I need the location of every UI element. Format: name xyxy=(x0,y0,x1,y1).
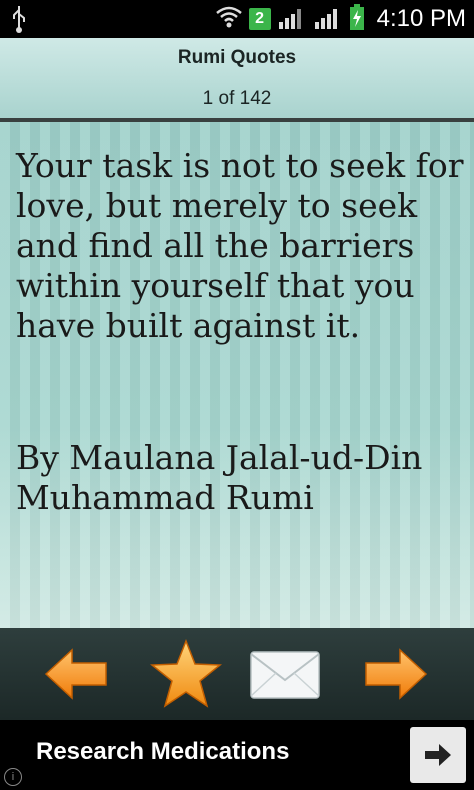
notification-badge: 2 xyxy=(248,8,271,30)
status-bar: 2 4:10 PM xyxy=(0,0,474,38)
arrow-right-icon xyxy=(365,648,428,700)
ad-banner[interactable]: Research Medications i xyxy=(0,720,474,790)
quote-counter: 1 of 142 xyxy=(202,88,272,109)
previous-button[interactable] xyxy=(42,640,110,708)
arrow-left-icon xyxy=(44,648,107,700)
clock: 4:10 PM xyxy=(376,5,466,32)
ad-text[interactable]: Research Medications xyxy=(36,738,289,766)
quote-text: Your task is not to seek for love, but m… xyxy=(16,146,464,345)
usb-icon xyxy=(8,4,30,39)
battery-icon xyxy=(349,3,365,36)
quote-author: By Maulana Jalal-ud-Din Muhammad Rumi xyxy=(16,438,423,517)
quote-panel: Your task is not to seek for love, but m… xyxy=(0,122,474,628)
star-icon xyxy=(149,638,223,708)
action-toolbar xyxy=(0,628,474,720)
ad-go-button[interactable] xyxy=(410,727,466,783)
app-header: Rumi Quotes 1 of 142 xyxy=(0,38,474,122)
ad-info-icon[interactable]: i xyxy=(4,768,22,786)
wifi-icon xyxy=(215,5,243,34)
signal-icon xyxy=(277,4,307,35)
envelope-icon xyxy=(250,651,320,699)
arrow-right-icon xyxy=(425,744,451,766)
page-title: Rumi Quotes xyxy=(177,47,297,68)
next-button[interactable] xyxy=(362,640,430,708)
email-share-button[interactable] xyxy=(248,640,322,708)
favorite-button[interactable] xyxy=(149,638,223,710)
signal-icon-2 xyxy=(313,4,343,35)
